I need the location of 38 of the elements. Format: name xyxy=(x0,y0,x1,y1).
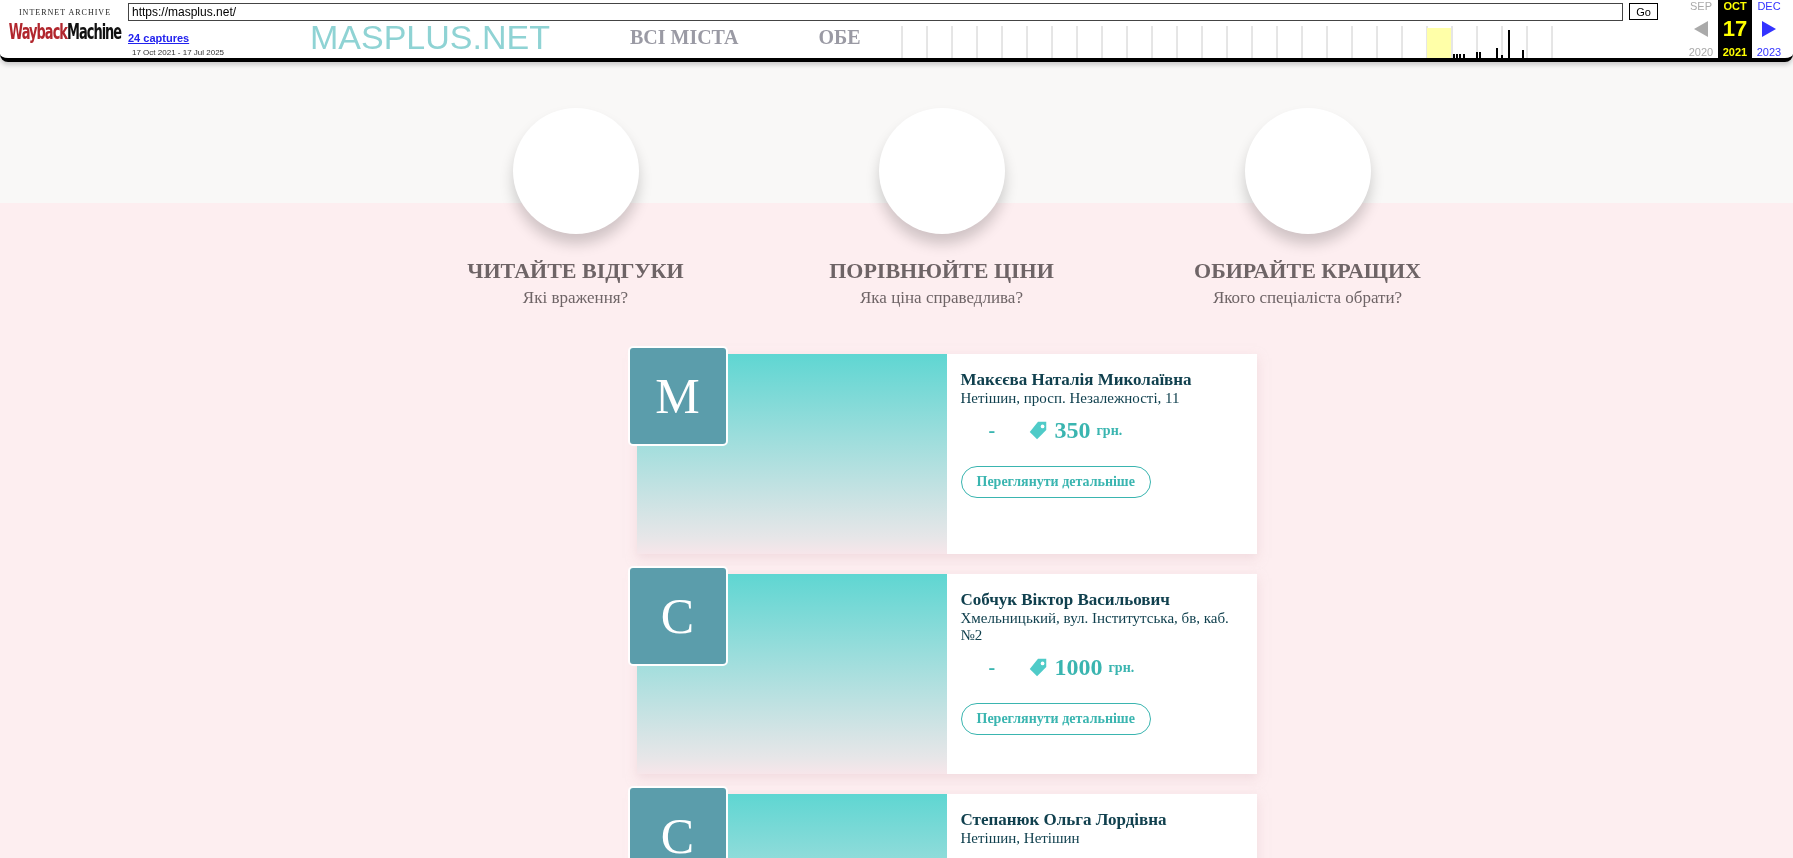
site-logo: MASPLUS.NET xyxy=(310,18,550,57)
doctor-address: Хмельницький, вул. Інститутська, бв, каб. №2 xyxy=(960,610,1230,644)
wayback-logo[interactable]: WaybackMachine xyxy=(8,19,122,44)
month-label: DEC xyxy=(1757,0,1781,12)
captures-link[interactable]: 24 captures xyxy=(128,32,190,44)
doctor-name[interactable]: Степанюк Ольга Лордівна xyxy=(960,810,1231,830)
doctor-address: Нетішин, просп. Незалежності, 11 xyxy=(960,390,1181,407)
price: 350 xyxy=(1054,417,1091,444)
month-label: SEP xyxy=(1690,0,1712,12)
month-label: OCT xyxy=(1723,0,1747,12)
avatar-initial: С xyxy=(627,786,728,858)
avatar-initial: С xyxy=(627,566,728,666)
currency: грн. xyxy=(1108,659,1135,676)
doctor-name[interactable]: Макєєва Наталія Миколаївна xyxy=(960,370,1231,390)
month-column[interactable]: OCT 17 2021 xyxy=(1718,0,1752,58)
feature-title: ЧИТАЙТЕ ВІДГУКИ xyxy=(467,258,684,284)
go-button[interactable]: Go xyxy=(1629,3,1658,20)
rating-dash: - xyxy=(988,419,997,442)
day-number: 17 xyxy=(1722,18,1748,40)
url-field[interactable]: https://masplus.net/ xyxy=(128,3,1624,21)
logo-caption: INTERNET ARCHIVE xyxy=(18,8,112,17)
feature-subtitle: Якого спеціаліста обрати? xyxy=(1212,288,1403,308)
feature-title: ОБИРАЙТЕ КРАЩИХ xyxy=(1194,258,1421,284)
doctor-address: Нетішин, Нетішин xyxy=(960,830,1081,847)
feature-subtitle: Яка ціна справедлива? xyxy=(860,288,1023,308)
currency: грн. xyxy=(1096,422,1123,439)
year-label: 2020 xyxy=(1688,46,1714,58)
year-label: 2023 xyxy=(1756,46,1782,58)
doctor-name[interactable]: Собчук Віктор Васильович xyxy=(960,590,1231,610)
capture-range: 17 Oct 2021 - 17 Jul 2025 xyxy=(132,48,226,57)
rating-dash: - xyxy=(988,656,997,679)
year-label: 2021 xyxy=(1722,46,1748,58)
feature-subtitle: Які враження? xyxy=(522,288,629,308)
avatar-initial: М xyxy=(627,346,728,446)
month-column[interactable]: DEC 2023 xyxy=(1752,0,1786,58)
next-arrow-icon[interactable] xyxy=(1762,21,1776,37)
feature-title: ПОРІВНЮЙТЕ ЦІНИ xyxy=(829,258,1054,284)
price: 1000 xyxy=(1054,654,1103,681)
